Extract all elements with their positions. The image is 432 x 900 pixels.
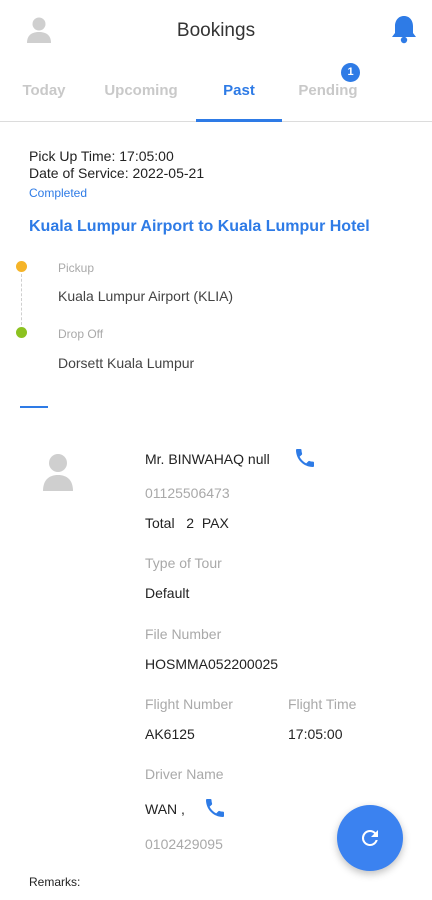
tab-past[interactable]: Past <box>196 82 282 99</box>
active-tab-indicator <box>196 119 282 122</box>
call-driver-phone-icon[interactable] <box>203 796 227 820</box>
tab-bar: Today Upcoming Past Pending <box>0 62 432 122</box>
dropoff-location: Dorsett Kuala Lumpur <box>58 355 195 371</box>
flight-time-label: Flight Time <box>288 696 357 712</box>
driver-name-value: WAN , <box>145 801 185 817</box>
tab-pending[interactable]: Pending <box>296 82 360 99</box>
remarks-label: Remarks: <box>29 875 81 889</box>
status-badge: Completed <box>29 186 88 200</box>
section-divider <box>20 406 48 408</box>
flight-time-value: 17:05:00 <box>288 726 343 742</box>
file-number-label: File Number <box>145 626 222 642</box>
pending-count-badge: 1 <box>341 63 360 82</box>
page-title: Bookings <box>176 20 256 41</box>
pax-total: Total 2 PAX <box>145 515 229 531</box>
file-number-value: HOSMMA052200025 <box>145 656 279 672</box>
tab-upcoming[interactable]: Upcoming <box>100 82 182 99</box>
route-title[interactable]: Kuala Lumpur Airport to Kuala Lumpur Hot… <box>29 218 370 236</box>
type-of-tour-label: Type of Tour <box>145 555 222 571</box>
pickup-label: Pickup <box>58 261 95 275</box>
passenger-name: Mr. BINWAHAQ null <box>145 451 270 467</box>
type-of-tour-value: Default <box>145 585 190 601</box>
dropoff-label: Drop Off <box>58 327 104 341</box>
refresh-button[interactable] <box>337 805 403 871</box>
route-connector <box>21 274 22 325</box>
booking-info: Pick Up Time: 17:05:00 Date of Service: … <box>29 148 204 182</box>
pickup-location: Kuala Lumpur Airport (KLIA) <box>58 288 234 304</box>
tab-today[interactable]: Today <box>20 82 68 99</box>
flight-number-label: Flight Number <box>145 696 233 712</box>
bell-icon[interactable] <box>390 14 418 44</box>
service-date: Date of Service: 2022-05-21 <box>29 165 205 181</box>
pax-count: 2 <box>186 515 195 531</box>
pax-total-label: Total <box>145 515 175 531</box>
driver-name-label: Driver Name <box>145 766 224 782</box>
app-bar: Bookings <box>0 0 432 62</box>
flight-number-value: AK6125 <box>145 726 195 742</box>
pickup-time: Pick Up Time: 17:05:00 <box>29 148 174 164</box>
pax-unit: PAX <box>201 515 229 531</box>
dropoff-dot-icon <box>16 327 27 338</box>
call-passenger-phone-icon[interactable] <box>293 446 317 470</box>
passenger-phone[interactable]: 01125506473 <box>145 485 230 501</box>
refresh-icon <box>361 830 378 846</box>
driver-phone[interactable]: 0102429095 <box>145 836 223 852</box>
pickup-dot-icon <box>16 261 27 272</box>
passenger-avatar-icon <box>42 452 74 492</box>
